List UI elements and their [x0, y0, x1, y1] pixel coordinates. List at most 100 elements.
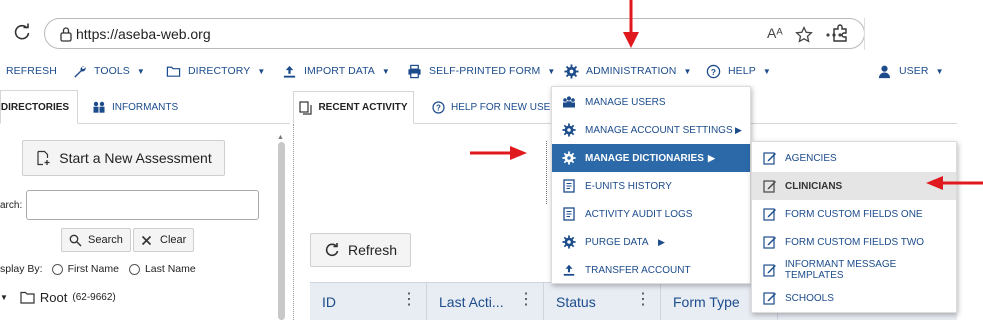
- gear-icon: [562, 151, 576, 165]
- caret-down-icon: ▼: [136, 66, 145, 76]
- people-icon: [93, 101, 105, 113]
- last-name-radio[interactable]: [128, 263, 140, 275]
- column-last-activity-label: Last Acti...: [439, 294, 504, 310]
- url-text[interactable]: https://aseba-web.org: [76, 26, 211, 42]
- refresh-icon: [325, 243, 339, 257]
- clear-button-label: Clear: [160, 234, 187, 246]
- submenu-item-label: FORM CUSTOM FIELDS TWO: [785, 236, 925, 248]
- display-by-row: splay By: First Name Last Name: [0, 263, 196, 275]
- new-assessment-button[interactable]: Start a New Assessment: [22, 140, 225, 176]
- document-icon: [563, 179, 575, 193]
- left-panel: DIRECTORIES INFORMANTS Start a New Asses…: [0, 90, 290, 320]
- gear-icon: [562, 123, 576, 137]
- submenu-item-label: SCHOOLS: [785, 292, 834, 304]
- display-by-label: splay By:: [0, 263, 43, 275]
- column-menu-icon[interactable]: ⋮: [401, 292, 417, 308]
- search-input[interactable]: [26, 190, 259, 220]
- menu-item-manage-dictionaries[interactable]: MANAGE DICTIONARIES ▶: [552, 144, 750, 172]
- refresh-button[interactable]: Refresh: [310, 233, 411, 267]
- submenu-item-agencies[interactable]: AGENCIES: [752, 144, 956, 172]
- lock-icon: [60, 27, 72, 42]
- caret-down-icon: ▼: [683, 66, 692, 76]
- clear-button[interactable]: Clear: [133, 228, 195, 252]
- menu-item-transfer-account[interactable]: TRANSFER ACCOUNT: [552, 256, 750, 284]
- left-scrollbar[interactable]: ▲: [276, 134, 286, 320]
- scrollbar-thumb[interactable]: [278, 142, 285, 320]
- menu-item-label: MANAGE ACCOUNT SETTINGS: [585, 124, 733, 136]
- tree-root-count: (62-9662): [72, 292, 116, 303]
- column-id-label: ID: [322, 294, 336, 310]
- refresh-button-label: Refresh: [347, 242, 398, 258]
- administration-menu: MANAGE USERS MANAGE ACCOUNT SETTINGS ▶ M…: [551, 86, 751, 284]
- gear-icon: [562, 235, 576, 249]
- menu-item-label: PURGE DATA: [585, 236, 649, 248]
- tab-directories[interactable]: DIRECTORIES: [0, 90, 78, 124]
- tab-help-new-users[interactable]: ? HELP FOR NEW USERS: [432, 91, 564, 124]
- search-button-label: Search: [88, 234, 123, 246]
- menu-item-manage-account-settings[interactable]: MANAGE ACCOUNT SETTINGS ▶: [552, 116, 750, 144]
- svg-text:?: ?: [436, 104, 441, 113]
- submenu-item-label: AGENCIES: [785, 152, 837, 164]
- toolbar-user[interactable]: USER ▼: [877, 55, 944, 87]
- toolbar-refresh-label: REFRESH: [6, 65, 57, 77]
- toolbar-self-printed-form[interactable]: SELF-PRINTED FORM ▼: [407, 55, 555, 87]
- scroll-up-icon[interactable]: ▲: [277, 134, 284, 141]
- toolbar-import-data[interactable]: IMPORT DATA ▼: [282, 55, 390, 87]
- submenu-arrow-icon: ▶: [735, 124, 742, 135]
- submenu-arrow-icon: ▶: [708, 152, 715, 163]
- wrench-icon: [74, 65, 86, 78]
- column-menu-icon[interactable]: ⋮: [635, 292, 651, 308]
- tab-recent-activity-label: RECENT ACTIVITY: [318, 102, 408, 113]
- menu-item-e-units-history[interactable]: E-UNITS HISTORY: [552, 172, 750, 200]
- column-status[interactable]: Status ⋮: [544, 283, 661, 320]
- new-document-icon: [37, 150, 50, 166]
- column-last-activity[interactable]: Last Acti... ⋮: [427, 283, 544, 320]
- submenu-item-informant-message-templates[interactable]: INFORMANT MESSAGE TEMPLATES: [752, 256, 956, 284]
- menu-item-purge-data[interactable]: PURGE DATA ▶: [552, 228, 750, 256]
- toolbar-directory[interactable]: DIRECTORY ▼: [166, 55, 265, 87]
- caret-down-icon: ▼: [257, 66, 266, 76]
- extensions-icon[interactable]: [830, 23, 850, 43]
- column-id[interactable]: ID ⋮: [310, 283, 427, 320]
- tab-recent-activity[interactable]: RECENT ACTIVITY: [293, 91, 414, 124]
- toolbar-tools[interactable]: TOOLS ▼: [72, 55, 145, 87]
- favorite-star-icon[interactable]: [794, 25, 814, 45]
- question-circle-icon: ?: [706, 64, 721, 78]
- toolbar-refresh[interactable]: REFRESH: [6, 55, 57, 87]
- tab-directories-label: DIRECTORIES: [0, 101, 70, 113]
- reload-icon[interactable]: [12, 22, 32, 42]
- toolbar-administration[interactable]: ADMINISTRATION ▼: [564, 55, 692, 87]
- submenu-item-form-custom-fields-one[interactable]: FORM CUSTOM FIELDS ONE: [752, 200, 956, 228]
- caret-down-icon: ▼: [547, 66, 556, 76]
- submenu-item-form-custom-fields-two[interactable]: FORM CUSTOM FIELDS TWO: [752, 228, 956, 256]
- tab-informants[interactable]: INFORMANTS: [92, 90, 178, 124]
- close-icon: [141, 235, 152, 245]
- address-bar[interactable]: https://aseba-web.org Aᴬ: [44, 18, 865, 49]
- toolbar-directory-label: DIRECTORY: [188, 65, 251, 77]
- submenu-item-label: FORM CUSTOM FIELDS ONE: [785, 208, 923, 220]
- dictionaries-submenu: AGENCIES CLINICIANS FORM CUSTOM FIELDS O…: [751, 141, 957, 313]
- submenu-arrow-icon: ▶: [658, 236, 665, 247]
- edit-icon: [763, 236, 776, 249]
- toolbar-help[interactable]: ? HELP ▼: [706, 55, 771, 87]
- users-icon: [563, 96, 575, 108]
- reader-mode-icon[interactable]: Aᴬ: [767, 25, 787, 45]
- copy-document-icon: [299, 100, 313, 115]
- submenu-item-schools[interactable]: SCHOOLS: [752, 284, 956, 312]
- search-button[interactable]: Search: [61, 228, 131, 252]
- tree-root[interactable]: ▼ Root (62-9662): [0, 290, 116, 305]
- search-label: arch:: [0, 200, 23, 211]
- question-circle-icon: ?: [432, 101, 445, 114]
- menu-item-label: MANAGE USERS: [585, 96, 666, 108]
- folder-icon: [20, 291, 35, 304]
- first-name-radio[interactable]: [51, 263, 63, 275]
- edit-icon: [763, 292, 776, 305]
- menu-item-manage-users[interactable]: MANAGE USERS: [552, 88, 750, 116]
- toolbar-self-printed-form-label: SELF-PRINTED FORM: [429, 65, 541, 77]
- column-menu-icon[interactable]: ⋮: [518, 292, 534, 308]
- new-assessment-label: Start a New Assessment: [59, 150, 212, 166]
- expand-caret-icon[interactable]: ▼: [0, 293, 8, 302]
- document-icon: [563, 207, 575, 221]
- edit-icon: [763, 208, 776, 221]
- menu-item-activity-audit-logs[interactable]: ACTIVITY AUDIT LOGS: [552, 200, 750, 228]
